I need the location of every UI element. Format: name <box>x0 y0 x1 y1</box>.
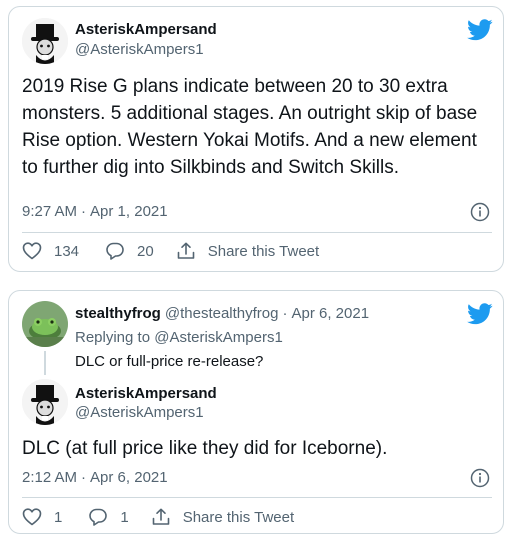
tweet-time: 9:27 AM <box>22 203 78 220</box>
like-button[interactable]: 1 <box>22 507 62 527</box>
reply-bubble-icon <box>106 242 124 260</box>
top-hat-avatar-icon <box>22 18 68 64</box>
reply-button[interactable]: 1 <box>88 507 129 527</box>
share-button[interactable]: Share this Tweet <box>151 507 294 527</box>
tweet-text: DLC (at full price like they did for Ice… <box>22 438 388 459</box>
tweet-actions: 1 1 Share this Tweet <box>22 507 294 527</box>
tweet-timestamp[interactable]: 2:12 AM · Apr 6, 2021 <box>22 469 168 486</box>
share-label: Share this Tweet <box>182 508 295 526</box>
author-handle[interactable]: @AsteriskAmpers1 <box>75 404 204 421</box>
author-handle[interactable]: @AsteriskAmpers1 <box>75 41 204 58</box>
tweet-date[interactable]: Apr 6, 2021 <box>291 305 369 322</box>
tweet-time: 2:12 AM <box>22 469 78 486</box>
avatar[interactable] <box>22 18 68 64</box>
twitter-bird-icon[interactable] <box>467 303 493 325</box>
heart-icon <box>22 508 42 526</box>
info-icon[interactable] <box>470 468 490 488</box>
top-hat-avatar-icon <box>22 379 68 425</box>
author-name[interactable]: stealthyfrog <box>75 305 161 322</box>
tweet-card[interactable]: stealthyfrog @thestealthyfrog · Apr 6, 2021… <box>8 290 504 534</box>
tweet-actions: 134 20 Share this Tweet <box>22 241 319 261</box>
heart-icon <box>22 242 42 260</box>
like-button[interactable]: 134 <box>22 241 79 261</box>
frog-avatar-icon <box>22 301 68 347</box>
avatar[interactable] <box>22 379 68 425</box>
info-icon[interactable] <box>470 202 490 222</box>
thread-line <box>44 351 46 375</box>
parent-header: stealthyfrog @thestealthyfrog · Apr 6, 2021 <box>75 305 369 322</box>
like-count: 134 <box>54 242 80 260</box>
separator-dot: · <box>81 203 87 220</box>
divider <box>22 232 492 233</box>
author-name[interactable]: AsteriskAmpersand <box>75 385 217 402</box>
reply-bubble-icon <box>89 508 108 526</box>
reply-button[interactable]: 20 <box>105 241 154 261</box>
share-icon <box>177 242 195 259</box>
share-button[interactable]: Share this Tweet <box>176 241 319 261</box>
parent-tweet-text: DLC or full-price re-release? <box>75 353 264 370</box>
like-count: 1 <box>54 508 63 526</box>
author-handle[interactable]: @thestealthyfrog <box>165 305 279 322</box>
separator-dot: · <box>81 469 87 486</box>
share-icon <box>152 508 169 525</box>
twitter-bird-icon[interactable] <box>467 19 493 41</box>
replying-to-link[interactable]: @AsteriskAmpers1 <box>154 329 283 346</box>
author-name[interactable]: AsteriskAmpersand <box>75 21 217 38</box>
reply-count: 1 <box>120 508 129 526</box>
tweet-card[interactable]: AsteriskAmpersand @AsteriskAmpers1 2019 … <box>8 6 504 272</box>
separator-dot: · <box>282 305 288 322</box>
tweet-date: Apr 6, 2021 <box>90 469 168 486</box>
tweet-timestamp[interactable]: 9:27 AM · Apr 1, 2021 <box>22 203 168 220</box>
avatar[interactable] <box>22 301 68 347</box>
divider <box>22 497 492 498</box>
tweet-text: 2019 Rise G plans indicate between 20 to… <box>22 76 478 178</box>
reply-count: 20 <box>137 242 154 260</box>
share-label: Share this Tweet <box>207 242 320 260</box>
replying-prefix: Replying to <box>75 329 151 346</box>
replying-to: Replying to @AsteriskAmpers1 <box>75 329 283 346</box>
tweet-date: Apr 1, 2021 <box>90 203 168 220</box>
